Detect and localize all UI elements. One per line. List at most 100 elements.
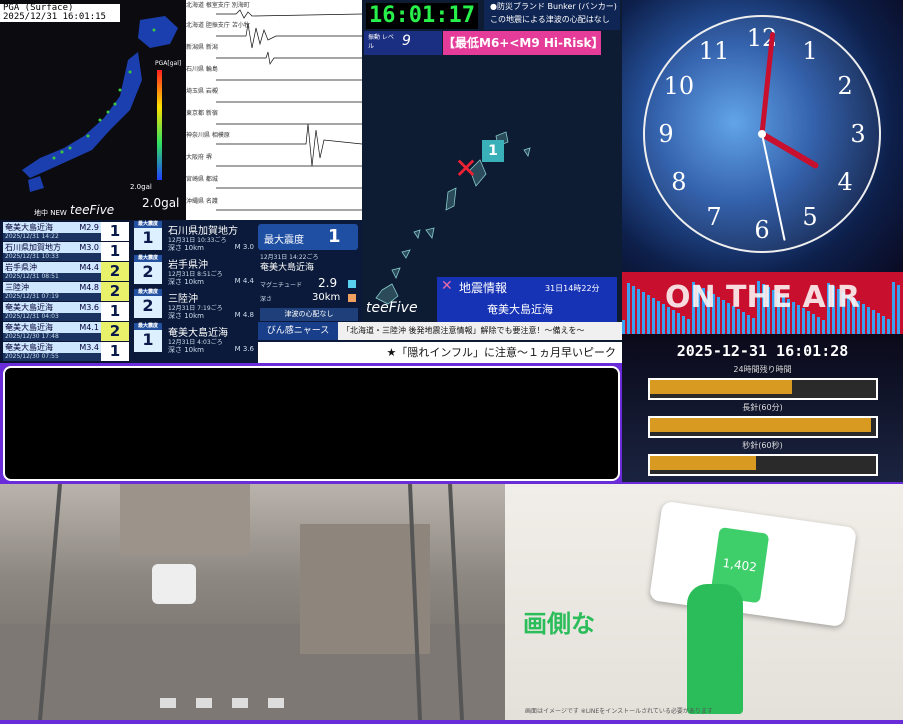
clock-number: 9 (658, 120, 673, 148)
magnitude-label: マグニチュード (260, 282, 303, 289)
clock-number: 8 (671, 168, 686, 196)
shindo-icon: 最大震度 1 (134, 221, 162, 250)
quake-depth-mag: 深さ 10km M 4.4 (168, 277, 254, 286)
news-ticker: びん感ニャース 「北海道・三陸沖 後発地震注意情報」解除でも要注意！〜備えを〜 (258, 322, 622, 340)
empty-panel (3, 366, 620, 481)
map-caption: 地中 NEW (34, 209, 67, 217)
list-item[interactable]: 石川県加賀地方 2025/12/31 10:33 M3.0 1 (3, 242, 129, 262)
list-item[interactable]: 岩手県沖 2025/12/31 08:51 M4.4 2 (3, 262, 129, 282)
station-mag: M3.0 (79, 243, 99, 252)
eq-info-title: 地震情報 (459, 281, 508, 295)
pga-scale-value: 2.0gal (142, 196, 180, 210)
depth-value: 30km (312, 292, 341, 303)
clock-number: 10 (664, 72, 695, 100)
level-label: 振動 レベル (368, 34, 394, 50)
quake-row[interactable]: 最大震度 2 岩手県沖 12月31日 8:51ごろ 深さ 10km M 4.4 (134, 254, 254, 286)
clock-number: 6 (754, 216, 769, 244)
clock-number: 11 (699, 37, 730, 65)
visualizer-bar (822, 320, 825, 334)
vibration-level: 振動 レベル 9 (364, 31, 442, 55)
station-mag: M2.9 (79, 223, 99, 232)
digital-clock: 16:01:17 (366, 3, 478, 29)
visualizer-bar (747, 315, 750, 334)
bar-fill (650, 418, 872, 432)
max-intensity-box: 最大震度 1 (258, 224, 358, 250)
quake-row[interactable]: 最大震度 1 石川県加賀地方 12月31日 10:33ごろ 深さ 10km M 3.0 (134, 220, 254, 252)
progress-bar (648, 454, 878, 476)
list-item[interactable]: 奄美大島近海 2025/12/31 04:03 M3.6 1 (3, 302, 129, 322)
disclaimer: 画面はイメージです ※LINEをインストールされている必要があります (525, 708, 713, 715)
shindo-icon: 最大震度 2 (134, 255, 162, 284)
progress-bar (648, 378, 878, 400)
commercial-feed: 1,402 画側な 画面はイメージです ※LINEをインストールされている必要が… (505, 484, 903, 720)
clock-number: 4 (837, 168, 852, 196)
analog-clock: 12 1234567891011 (643, 15, 881, 253)
quake-depth-mag: 深さ 10km M 4.8 (168, 311, 254, 320)
visualizer-bar (877, 313, 880, 334)
max-intensity-label: 最大震度 (264, 235, 304, 246)
visualizer-bar (882, 316, 885, 334)
seismic-map-panel: PGA (Surface) 2025/12/31 16:01:15 PGA[ga… (0, 0, 186, 220)
visualizer-bar (887, 319, 890, 334)
close-icon: ✕ (441, 278, 453, 294)
list-item[interactable]: 奄美大島近海 2025/12/30 07:55 M3.4 1 (3, 342, 129, 362)
street-camera-feed (0, 483, 505, 721)
on-air-text: ON THE AIR (664, 280, 861, 315)
headline-ticker: ★「隠れインフル」に注意〜１ヵ月早いピーク (258, 342, 622, 363)
quake-row[interactable]: 最大震度 1 奄美大島近海 12月31日 4:03ごろ 深さ 10km M 3.6 (134, 322, 254, 354)
visualizer-bar (677, 313, 680, 334)
shindo-icon: 最大震度 1 (134, 323, 162, 352)
station-mag: M4.8 (79, 283, 99, 292)
ticker-text: 「北海道・三陸沖 後発地震注意情報」解除でも要注意！〜備えを〜 (342, 326, 585, 335)
countdown-panel: 2025-12-31 16:01:28 24時間残り時間 長針(60分) 秒針(… (622, 334, 903, 482)
visualizer-bar (752, 318, 755, 334)
waveform-panel: 北海道 根室支庁 別海町 北海道 胆振支庁 苫小牧 新潟県 新潟 石川県 輪島 … (186, 0, 362, 220)
overlay-text: 画側な (523, 610, 595, 638)
shindo-badge: 2 (101, 262, 129, 281)
waveform-traces (216, 9, 362, 211)
shindo-badge: 2 (101, 322, 129, 341)
quake-row[interactable]: 最大震度 2 三陸沖 12月31日 7:19ごろ 深さ 10km M 4.8 (134, 288, 254, 320)
visualizer-bar (817, 317, 820, 334)
shindo-badge: 2 (101, 282, 129, 301)
risk-banner: 【最低M6+<M9 Hi-Risk】 (443, 31, 603, 55)
progress-bar (648, 416, 878, 438)
clock-number: 3 (850, 120, 865, 148)
station-mag: M4.4 (79, 263, 99, 272)
earthquake-info-box: ✕ 地震情報 31日14時22分 奄美大島近海 (437, 277, 617, 322)
sponsor-banner: ●防災ブランド Bunker (バンカー) この地震による津波の心配はなし (484, 0, 620, 30)
pga-scale-small: 2.0gal (130, 183, 152, 191)
presenter (687, 584, 743, 714)
clock-number: 7 (706, 203, 721, 231)
bar-label: 長針(60分) (742, 403, 783, 412)
max-intensity-value: 1 (328, 226, 341, 247)
ticker-source: びん感ニャース (258, 322, 338, 340)
sponsor-name: ●防災ブランド Bunker (バンカー) (490, 2, 617, 11)
quake-depth-mag: 深さ 10km M 3.6 (168, 345, 254, 354)
clock-number: 2 (837, 72, 852, 100)
on-air-banner: ON THE AIR (622, 272, 903, 334)
eq-info-area: 奄美大島近海 (487, 303, 553, 316)
list-item[interactable]: 奄美大島近海 2025/12/30 17:48 M4.1 2 (3, 322, 129, 342)
quake-detail-list: 最大震度 1 石川県加賀地方 12月31日 10:33ごろ 深さ 10km M 3.0 … (130, 220, 256, 363)
list-item[interactable]: 奄美大島近海 2025/12/31 14:22 M2.9 1 (3, 222, 129, 242)
station-mag: M3.4 (79, 343, 99, 352)
pga-axis-label: PGA[gal] (155, 60, 182, 67)
shindo-badge: 1 (101, 302, 129, 321)
shindo-marker: 1 (482, 140, 504, 162)
shindo-badge: 1 (101, 342, 129, 361)
max-intensity-area: 奄美大島近海 (260, 263, 315, 273)
visualizer-bar (687, 319, 690, 334)
depth-label: 深さ (260, 296, 273, 303)
quake-depth-mag: 深さ 10km M 3.0 (168, 243, 254, 252)
sponsor-message: この地震による津波の心配はなし (490, 15, 610, 24)
bar-fill (650, 380, 793, 394)
clock-number: 5 (802, 203, 817, 231)
analog-clock-panel: 12 1 2 3 4 5 6 7 8 9 10 11 (622, 0, 903, 272)
visualizer-bar (812, 314, 815, 334)
phone-prop: 1,402 (648, 500, 858, 628)
earthquake-history-list: 奄美大島近海 2025/12/31 14:22 M2.9 1 石川県加賀地方 2025/… (0, 220, 130, 363)
epicenter-icon: ✕ (454, 152, 478, 185)
station-mag: M3.6 (79, 303, 99, 312)
list-item[interactable]: 三陸沖 2025/12/31 07:19 M4.8 2 (3, 282, 129, 302)
